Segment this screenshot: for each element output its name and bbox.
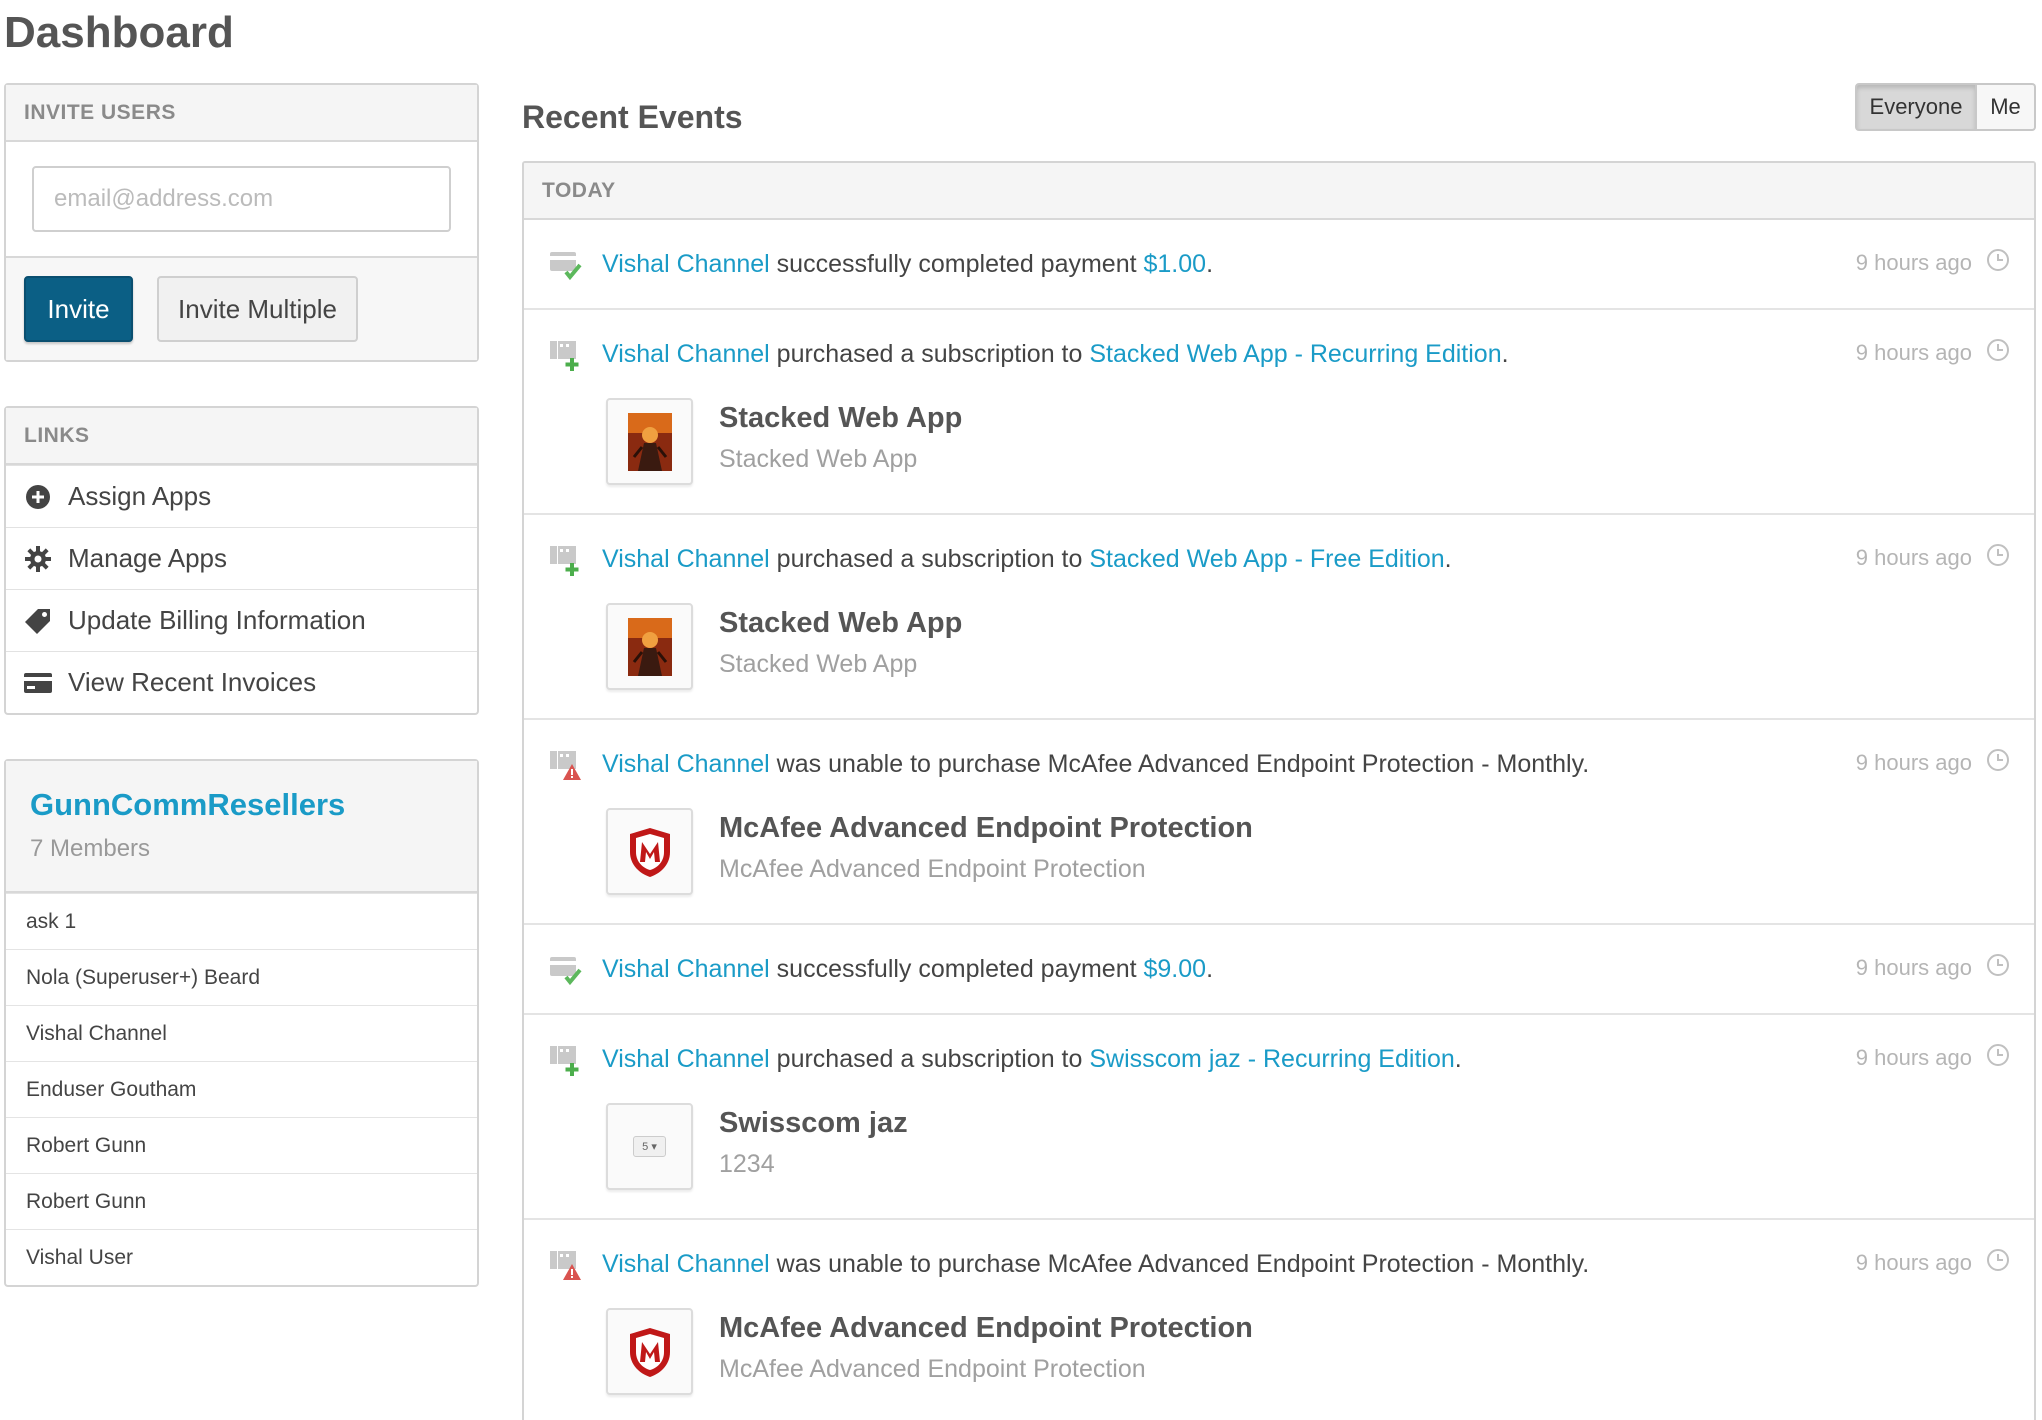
- user-link[interactable]: Vishal Channel: [602, 340, 770, 368]
- product-thumbnail[interactable]: [606, 808, 693, 895]
- product-title[interactable]: McAfee Advanced Endpoint Protection: [719, 1312, 1253, 1345]
- user-link[interactable]: Vishal Channel: [602, 955, 770, 983]
- subscription-link[interactable]: Stacked Web App - Free Edition: [1089, 545, 1444, 573]
- clock-icon: [1986, 1043, 2010, 1073]
- subscription-add-icon: [548, 336, 584, 372]
- event-item: Vishal Channel purchased a subscription …: [524, 515, 2034, 720]
- purchase-failed-icon: [548, 1246, 584, 1282]
- clock-icon: [1986, 748, 2010, 778]
- view-invoices-link[interactable]: View Recent Invoices: [6, 651, 477, 713]
- event-time: 9 hours ago: [1855, 545, 1972, 570]
- member-item[interactable]: ask 1: [6, 893, 477, 949]
- event-time: 9 hours ago: [1855, 1045, 1972, 1070]
- event-item: Vishal Channel successfully completed pa…: [524, 925, 2034, 1015]
- main-content: Recent Events Everyone Me TODAY Vishal C…: [522, 83, 2036, 1420]
- tag-icon: [24, 607, 52, 635]
- product-title[interactable]: McAfee Advanced Endpoint Protection: [719, 812, 1253, 845]
- invite-button[interactable]: Invite: [24, 276, 133, 342]
- assign-apps-link[interactable]: Assign Apps: [6, 465, 477, 527]
- links-heading: LINKS: [6, 408, 477, 465]
- events-filter-toggle: Everyone Me: [1855, 83, 2036, 131]
- sidebar: INVITE USERS Invite Invite Multiple LINK…: [4, 83, 479, 1331]
- member-item[interactable]: Robert Gunn: [6, 1117, 477, 1173]
- member-item[interactable]: Enduser Goutham: [6, 1061, 477, 1117]
- email-input[interactable]: [32, 166, 451, 232]
- events-section-heading: TODAY: [524, 163, 2034, 220]
- member-item[interactable]: Robert Gunn: [6, 1173, 477, 1229]
- product-subtitle: Stacked Web App: [719, 650, 918, 678]
- product-card: 5 ▾ Swisscom jaz 1234: [548, 1103, 2010, 1218]
- clock-icon: [1986, 248, 2010, 278]
- invite-users-panel: INVITE USERS Invite Invite Multiple: [4, 83, 479, 362]
- invite-multiple-button[interactable]: Invite Multiple: [157, 276, 358, 342]
- filter-everyone-button[interactable]: Everyone: [1855, 83, 1977, 131]
- clock-icon: [1986, 338, 2010, 368]
- event-item: Vishal Channel was unable to purchase Mc…: [524, 1220, 2034, 1420]
- links-panel: LINKS Assign Apps Manage Apps Update Bil…: [4, 406, 479, 715]
- subscription-link[interactable]: Stacked Web App - Recurring Edition: [1089, 340, 1501, 368]
- product-thumbnail[interactable]: [606, 398, 693, 485]
- event-item: Vishal Channel successfully completed pa…: [524, 220, 2034, 310]
- event-time: 9 hours ago: [1855, 340, 1972, 365]
- product-title[interactable]: Stacked Web App: [719, 402, 962, 435]
- user-link[interactable]: Vishal Channel: [602, 1250, 770, 1278]
- group-member-count: 7 Members: [30, 835, 151, 862]
- product-subtitle: 1234: [719, 1150, 775, 1178]
- product-card: McAfee Advanced Endpoint Protection McAf…: [548, 808, 2010, 923]
- manage-apps-link[interactable]: Manage Apps: [6, 527, 477, 589]
- recent-events-title: Recent Events: [522, 99, 743, 135]
- product-title[interactable]: Stacked Web App: [719, 607, 962, 640]
- event-time: 9 hours ago: [1855, 250, 1972, 275]
- events-panel: TODAY Vishal Channel successfully comple…: [522, 161, 2036, 1420]
- product-subtitle: Stacked Web App: [719, 445, 918, 473]
- payment-amount-link[interactable]: $9.00: [1144, 955, 1207, 983]
- member-item[interactable]: Vishal Channel: [6, 1005, 477, 1061]
- plus-circle-icon: [24, 483, 52, 511]
- member-item[interactable]: Nola (Superuser+) Beard: [6, 949, 477, 1005]
- event-time: 9 hours ago: [1855, 955, 1972, 980]
- product-thumbnail[interactable]: [606, 1308, 693, 1395]
- subscription-link[interactable]: Swisscom jaz - Recurring Edition: [1089, 1045, 1454, 1073]
- gear-icon: [24, 545, 52, 573]
- subscription-add-icon: [548, 1041, 584, 1077]
- member-item[interactable]: Vishal User: [6, 1229, 477, 1285]
- user-link[interactable]: Vishal Channel: [602, 750, 770, 778]
- user-link[interactable]: Vishal Channel: [602, 250, 770, 278]
- event-time: 9 hours ago: [1855, 1250, 1972, 1275]
- product-card: McAfee Advanced Endpoint Protection McAf…: [548, 1308, 2010, 1420]
- invite-users-heading: INVITE USERS: [6, 85, 477, 142]
- product-card: Stacked Web App Stacked Web App: [548, 603, 2010, 718]
- credit-card-icon: [24, 669, 52, 697]
- product-card: Stacked Web App Stacked Web App: [548, 398, 2010, 513]
- product-thumbnail[interactable]: 5 ▾: [606, 1103, 693, 1190]
- subscription-add-icon: [548, 541, 584, 577]
- user-link[interactable]: Vishal Channel: [602, 1045, 770, 1073]
- payment-amount-link[interactable]: $1.00: [1144, 250, 1207, 278]
- update-billing-link[interactable]: Update Billing Information: [6, 589, 477, 651]
- thumbnail-select-preview: 5 ▾: [633, 1136, 666, 1157]
- clock-icon: [1986, 1248, 2010, 1278]
- event-item: Vishal Channel was unable to purchase Mc…: [524, 720, 2034, 925]
- product-subtitle: McAfee Advanced Endpoint Protection: [719, 855, 1146, 883]
- group-panel: GunnCommResellers 7 Members ask 1 Nola (…: [4, 759, 479, 1287]
- clock-icon: [1986, 953, 2010, 983]
- payment-success-icon: [548, 951, 584, 987]
- event-time: 9 hours ago: [1855, 750, 1972, 775]
- user-link[interactable]: Vishal Channel: [602, 545, 770, 573]
- group-name-link[interactable]: GunnCommResellers: [30, 787, 453, 823]
- product-thumbnail[interactable]: [606, 603, 693, 690]
- event-item: Vishal Channel purchased a subscription …: [524, 310, 2034, 515]
- product-title[interactable]: Swisscom jaz: [719, 1107, 908, 1140]
- filter-me-button[interactable]: Me: [1977, 83, 2036, 131]
- event-item: Vishal Channel purchased a subscription …: [524, 1015, 2034, 1220]
- payment-success-icon: [548, 246, 584, 282]
- product-subtitle: McAfee Advanced Endpoint Protection: [719, 1355, 1146, 1383]
- page-title: Dashboard: [4, 8, 234, 57]
- clock-icon: [1986, 543, 2010, 573]
- purchase-failed-icon: [548, 746, 584, 782]
